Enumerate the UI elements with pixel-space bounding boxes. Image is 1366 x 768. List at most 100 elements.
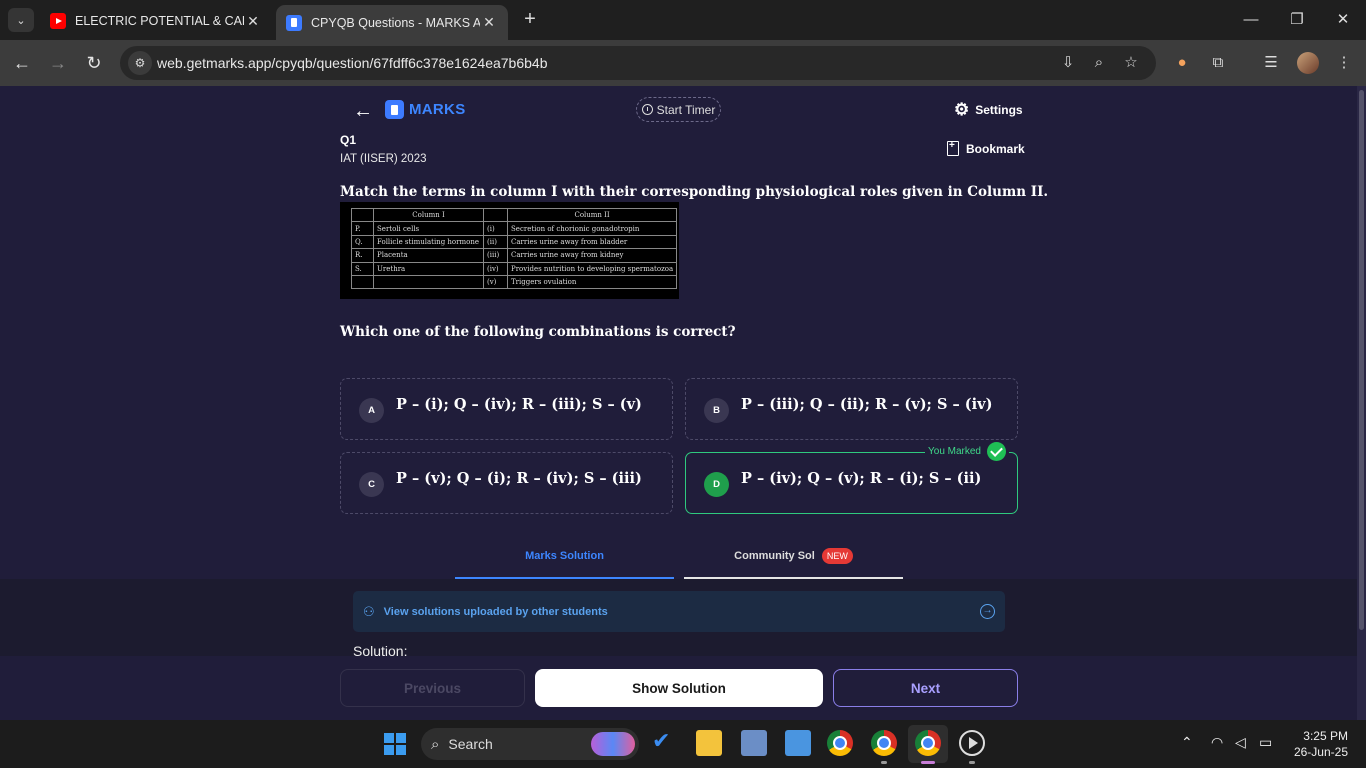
table-cell: Carries urine away from kidney — [506, 248, 678, 263]
browser-tab-bar: ⌄ ELECTRIC POTENTIAL & CAPACI ✕ CPYQB Qu… — [0, 0, 1366, 40]
table-header-blank — [483, 207, 508, 223]
page-scrollbar[interactable] — [1357, 86, 1366, 720]
search-highlight-image — [591, 732, 635, 756]
exam-name: IAT (IISER) 2023 — [340, 153, 427, 165]
browser-toolbar: ← → ↻ ⚙ web.getmarks.app/cpyqb/question/… — [0, 40, 1366, 86]
next-button[interactable]: Next — [833, 669, 1018, 707]
show-solution-button[interactable]: Show Solution — [535, 669, 823, 707]
bottom-action-bar: Previous Show Solution Next — [0, 656, 1357, 720]
tab-label: Marks Solution — [525, 550, 604, 562]
table-row: S. Urethra (iv) Provides nutrition to de… — [351, 261, 678, 276]
table-cell: Follicle stimulating hormone — [373, 234, 484, 250]
menu-icon[interactable]: ⋮ — [1333, 52, 1355, 74]
marks-logo[interactable]: MARKS — [385, 100, 466, 119]
you-marked-badge: You Marked — [925, 442, 1009, 461]
clock-date: 26-Jun-25 — [1293, 745, 1348, 759]
arrow-right-circle-icon: → — [980, 604, 995, 619]
restore-button[interactable]: ❐ — [1274, 8, 1320, 32]
running-indicator — [921, 761, 935, 764]
option-d[interactable]: D P – (iv); Q – (v); R – (i); S – (ii) — [685, 452, 1018, 514]
check-circle-icon — [987, 442, 1006, 461]
url-text: web.getmarks.app/cpyqb/question/67fdff6c… — [157, 55, 548, 71]
question-number: Q1 — [340, 133, 357, 147]
minimize-button[interactable]: — — [1228, 8, 1274, 32]
start-pane — [396, 745, 406, 755]
option-letter: A — [359, 398, 384, 423]
start-pane — [384, 733, 394, 743]
volume-icon[interactable]: ◁ — [1235, 734, 1246, 751]
reload-icon[interactable]: ↻ — [82, 51, 106, 75]
option-a[interactable]: A P – (i); Q – (iv); R – (iii); S – (v) — [340, 378, 673, 440]
running-indicator — [969, 761, 975, 764]
zoom-icon[interactable]: ⌕ — [1089, 53, 1109, 73]
tab-marks-solution[interactable]: Marks Solution — [455, 535, 674, 579]
todo-app-icon[interactable] — [650, 728, 676, 756]
back-icon[interactable]: ← — [10, 51, 34, 75]
close-tab-icon[interactable]: ✕ — [480, 14, 498, 31]
settings-button[interactable]: ⚙ Settings — [954, 101, 1023, 118]
close-window-button[interactable]: ✕ — [1320, 8, 1366, 32]
browser-tab-1[interactable]: ELECTRIC POTENTIAL & CAPACI ✕ — [40, 6, 272, 36]
question-table-image: Column I Column II P. Sertoli cells (i) … — [340, 202, 679, 299]
calculator-icon[interactable] — [741, 730, 767, 756]
table-cell: Placenta — [373, 248, 484, 263]
chevron-up-icon[interactable]: ⌃ — [1181, 734, 1193, 751]
site-info-icon[interactable]: ⚙ — [128, 51, 152, 75]
scrollbar-thumb[interactable] — [1359, 90, 1364, 630]
address-bar[interactable]: ⚙ web.getmarks.app/cpyqb/question/67fdff… — [120, 46, 1156, 80]
media-player-icon[interactable] — [959, 730, 985, 756]
tab-community-solution[interactable]: Community Sol NEW — [684, 535, 903, 579]
table-cell — [351, 274, 374, 290]
option-b[interactable]: B P – (iii); Q – (ii); R – (v); S – (iv) — [685, 378, 1018, 440]
table-cell: Triggers ovulation — [506, 274, 678, 290]
taskbar: ⌕ Search ⌃ ◠ ◁ ▭ 3:25 PM 26-Jun-25 — [0, 720, 1366, 768]
close-tab-icon[interactable]: ✕ — [244, 13, 262, 30]
page-content: ← MARKS Start Timer ⚙ Settings Q1 IAT (I… — [0, 86, 1366, 720]
gear-icon: ⚙ — [954, 100, 970, 119]
extension-icon[interactable]: ● — [1171, 52, 1193, 74]
taskbar-search[interactable]: ⌕ Search — [421, 728, 639, 760]
forward-icon[interactable]: → — [46, 51, 70, 75]
table-cell: (iv) — [483, 261, 508, 276]
table-cell: Secretion of chorionic gonadotropin — [506, 221, 678, 236]
clock-icon — [641, 104, 653, 115]
back-arrow-icon[interactable]: ← — [353, 100, 373, 123]
notepad-icon[interactable] — [785, 730, 811, 756]
start-timer-button[interactable]: Start Timer — [636, 97, 721, 122]
star-icon[interactable]: ☆ — [1121, 53, 1141, 73]
wifi-icon[interactable]: ◠ — [1211, 734, 1223, 751]
table-cell: Q. — [351, 234, 374, 250]
solution-tabs: Marks Solution Community Sol NEW — [455, 535, 903, 579]
bookmark-button[interactable]: Bookmark — [947, 140, 1025, 156]
browser-tab-2[interactable]: CPYQB Questions - MARKS App ✕ — [276, 5, 508, 40]
media-control-icon[interactable]: ☰ — [1260, 52, 1282, 74]
tab-title: CPYQB Questions - MARKS App — [311, 15, 480, 30]
table-row: P. Sertoli cells (i) Secretion of chorio… — [351, 221, 678, 236]
table-cell: (i) — [483, 221, 508, 236]
extensions-puzzle-icon[interactable]: ⧉ — [1207, 52, 1229, 74]
tab-title: ELECTRIC POTENTIAL & CAPACI — [75, 14, 244, 28]
tab-search-button[interactable]: ⌄ — [8, 8, 34, 32]
you-marked-label: You Marked — [928, 446, 981, 457]
new-tab-button[interactable]: + — [519, 9, 541, 31]
system-clock[interactable]: 3:25 PM 26-Jun-25 — [1290, 728, 1348, 760]
previous-button[interactable]: Previous — [340, 669, 525, 707]
table-cell: (v) — [483, 274, 508, 290]
chrome-icon[interactable] — [827, 730, 853, 756]
start-pane — [396, 733, 406, 743]
community-solutions-banner[interactable]: ⚇ View solutions uploaded by other stude… — [353, 591, 1005, 632]
sub-question-text: Which one of the following combinations … — [340, 324, 736, 340]
question-text: Match the terms in column I with their c… — [340, 184, 1049, 200]
windows-start-icon[interactable] — [384, 733, 406, 755]
chrome-profile-icon[interactable] — [871, 730, 897, 756]
chrome-active-icon[interactable] — [915, 730, 941, 756]
install-app-icon[interactable]: ⇩ — [1058, 53, 1078, 73]
file-explorer-icon[interactable] — [696, 730, 722, 756]
option-text: P – (iii); Q – (ii); R – (v); S – (iv) — [741, 396, 993, 413]
battery-icon[interactable]: ▭ — [1259, 734, 1272, 751]
search-label: Search — [448, 736, 493, 752]
profile-avatar[interactable] — [1297, 52, 1319, 74]
bookmark-label: Bookmark — [966, 141, 1025, 156]
people-icon: ⚇ — [363, 603, 375, 619]
option-c[interactable]: C P – (v); Q – (i); R – (iv); S – (iii) — [340, 452, 673, 514]
